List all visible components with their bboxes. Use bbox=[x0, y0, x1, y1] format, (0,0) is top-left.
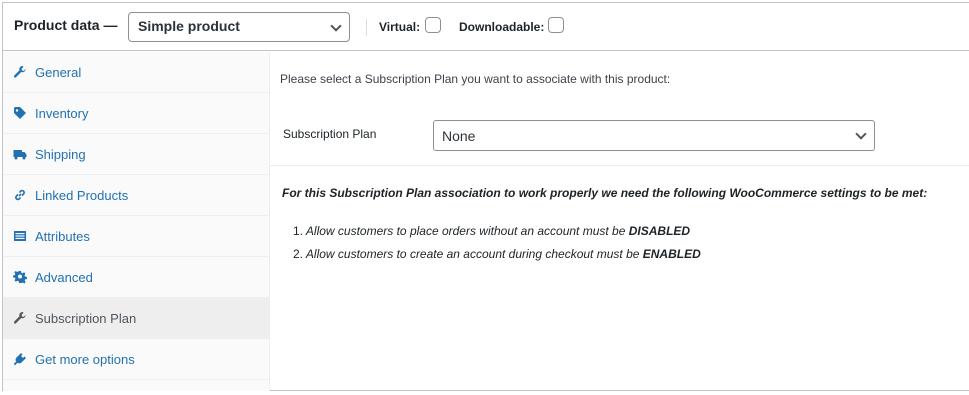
product-data-title: Product data — bbox=[14, 17, 118, 33]
chevron-down-icon bbox=[855, 128, 867, 140]
tab-linked-products[interactable]: Linked Products bbox=[3, 175, 269, 216]
downloadable-checkbox[interactable] bbox=[548, 17, 564, 33]
tag-icon bbox=[14, 107, 26, 119]
tab-label: Subscription Plan bbox=[35, 311, 137, 326]
subscription-plan-value: None bbox=[442, 128, 476, 144]
requirement-item: 1. Allow customers to place orders witho… bbox=[293, 224, 690, 238]
section-divider bbox=[270, 165, 969, 166]
tab-label: Advanced bbox=[35, 270, 93, 285]
tab-label: Get more options bbox=[35, 352, 135, 367]
tab-label: Linked Products bbox=[35, 188, 129, 203]
requirement-status: DISABLED bbox=[628, 224, 691, 238]
chevron-down-icon bbox=[330, 20, 342, 32]
requirement-text: Allow customers to create an account dur… bbox=[305, 247, 640, 261]
wrench-icon bbox=[13, 312, 26, 324]
intro-text: Please select a Subscription Plan you wa… bbox=[280, 72, 671, 86]
subscription-plan-panel: Please select a Subscription Plan you wa… bbox=[270, 52, 969, 391]
product-data-tabs: General Inventory Shipping Linked Produc… bbox=[3, 52, 270, 391]
product-data-header: Product data — Simple product Virtual: D… bbox=[3, 3, 969, 51]
gear-icon bbox=[13, 271, 27, 284]
tab-inventory[interactable]: Inventory bbox=[3, 93, 269, 134]
requirement-number: 1. bbox=[293, 224, 304, 238]
truck-icon bbox=[13, 150, 27, 160]
tab-label: Inventory bbox=[35, 106, 89, 121]
list-icon bbox=[14, 231, 26, 241]
subscription-plan-label: Subscription Plan bbox=[283, 127, 377, 141]
product-data-panel: Product data — Simple product Virtual: D… bbox=[2, 2, 969, 391]
virtual-label: Virtual: bbox=[379, 20, 421, 34]
settings-notice: For this Subscription Plan association t… bbox=[282, 186, 928, 200]
tab-general[interactable]: General bbox=[3, 52, 269, 93]
product-type-select[interactable]: Simple product bbox=[128, 12, 350, 42]
plugin-icon bbox=[13, 353, 26, 366]
product-type-value: Simple product bbox=[138, 18, 240, 34]
requirement-text: Allow customers to place orders without … bbox=[305, 224, 626, 238]
tab-get-more-options[interactable]: Get more options bbox=[3, 339, 269, 380]
tab-label: Attributes bbox=[35, 229, 90, 244]
link-icon bbox=[15, 189, 25, 201]
requirement-item: 2. Allow customers to create an account … bbox=[293, 247, 701, 261]
tab-label: General bbox=[35, 65, 82, 80]
tab-shipping[interactable]: Shipping bbox=[3, 134, 269, 175]
wrench-icon bbox=[13, 66, 26, 78]
downloadable-label: Downloadable: bbox=[459, 20, 545, 34]
tab-advanced[interactable]: Advanced bbox=[3, 257, 269, 298]
tab-attributes[interactable]: Attributes bbox=[3, 216, 269, 257]
tab-label: Shipping bbox=[35, 147, 86, 162]
tab-subscription-plan[interactable]: Subscription Plan bbox=[3, 298, 269, 339]
virtual-checkbox[interactable] bbox=[425, 17, 441, 33]
header-divider bbox=[366, 19, 367, 36]
subscription-plan-select[interactable]: None bbox=[433, 120, 875, 151]
requirement-status: ENABLED bbox=[642, 247, 701, 261]
requirement-number: 2. bbox=[293, 247, 304, 261]
